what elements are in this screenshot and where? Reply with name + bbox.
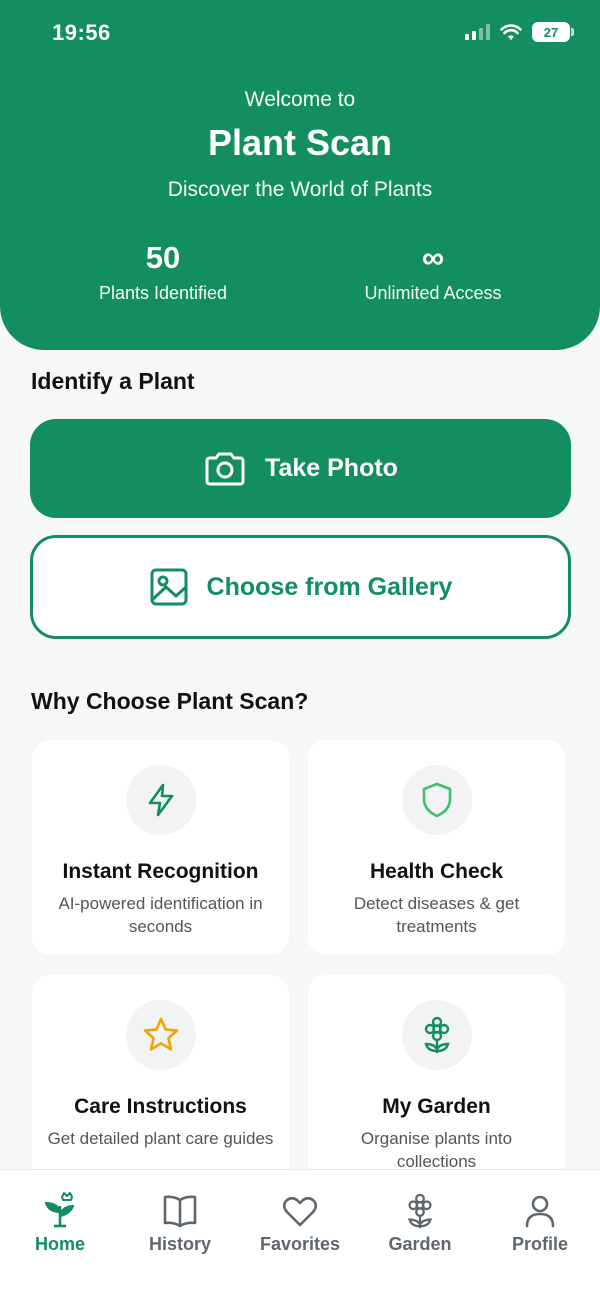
status-icons: 27 (465, 22, 574, 42)
feature-title: Instant Recognition (62, 860, 259, 883)
signal-icon (465, 24, 490, 40)
tab-history[interactable]: History (120, 1170, 240, 1299)
choose-gallery-button[interactable]: Choose from Gallery (30, 535, 571, 639)
shield-icon (422, 782, 451, 818)
feature-description: Organise plants into collections (360, 1129, 513, 1171)
star-icon (143, 1017, 178, 1051)
feature-description: Get detailed plant care guides (47, 1129, 274, 1148)
tab-label: History (148, 1234, 211, 1254)
feature-card-health-check[interactable]: Health Check Detect diseases & get treat… (308, 740, 565, 955)
tab-label: Garden (388, 1234, 452, 1254)
feature-description: Detect diseases & get treatments (353, 894, 520, 936)
identify-section-title: Identify a Plant (31, 368, 195, 394)
tab-profile[interactable]: Profile (480, 1170, 600, 1299)
feature-card-my-garden[interactable]: My Garden Organise plants into collectio… (308, 975, 565, 1190)
tab-label: Favorites (259, 1234, 341, 1254)
feature-title: Health Check (369, 860, 504, 883)
status-time: 19:56 (52, 20, 111, 45)
flower-icon (423, 1016, 450, 1053)
stat-label: Plants Identified (98, 283, 228, 303)
tab-garden[interactable]: Garden (360, 1170, 480, 1299)
choose-gallery-label: Choose from Gallery (206, 572, 453, 601)
welcome-text: Welcome to (244, 88, 356, 111)
stat-value: 50 (145, 240, 181, 275)
feature-description: AI-powered identification in seconds (58, 894, 263, 936)
header-banner: 19:56 27 Welcome to Plant Scan Discover … (0, 0, 600, 350)
wifi-icon (500, 23, 522, 40)
app-subtitle: Discover the World of Plants (167, 178, 433, 201)
tab-home[interactable]: Home (0, 1170, 120, 1299)
bottom-tab-bar: Home History Favorites Garden Profile (0, 1169, 600, 1299)
tab-favorites[interactable]: Favorites (240, 1170, 360, 1299)
feature-icon-bg (401, 765, 472, 835)
stat-label: Unlimited Access (364, 283, 502, 303)
book-icon (163, 1195, 197, 1228)
heart-icon (282, 1196, 318, 1227)
take-photo-button[interactable]: Take Photo (30, 419, 571, 518)
features-section-title: Why Choose Plant Scan? (31, 688, 309, 714)
feature-icon-bg (125, 1000, 196, 1070)
feature-icon-bg (401, 1000, 472, 1070)
tab-label: Home (34, 1234, 85, 1254)
camera-icon (205, 452, 245, 485)
tab-label: Profile (511, 1234, 568, 1254)
home-plant-icon (44, 1192, 75, 1228)
image-icon (150, 568, 188, 606)
take-photo-label: Take Photo (265, 454, 398, 482)
status-bar: 19:56 27 (0, 0, 600, 68)
feature-card-instant-recognition[interactable]: Instant Recognition AI-powered identific… (32, 740, 289, 955)
stat-value: ∞ (421, 240, 445, 275)
lightning-icon (148, 783, 173, 817)
battery-icon: 27 (532, 22, 574, 42)
app-title: Plant Scan (207, 122, 393, 163)
feature-icon-bg (125, 765, 196, 835)
stat-unlimited-access: ∞ Unlimited Access (313, 238, 553, 304)
user-icon (525, 1195, 555, 1228)
feature-title: My Garden (382, 1095, 491, 1118)
flower-icon (408, 1193, 432, 1229)
feature-title: Care Instructions (74, 1095, 247, 1118)
stat-plants-identified: 50 Plants Identified (43, 238, 283, 304)
feature-card-care-instructions[interactable]: Care Instructions Get detailed plant car… (32, 975, 289, 1190)
